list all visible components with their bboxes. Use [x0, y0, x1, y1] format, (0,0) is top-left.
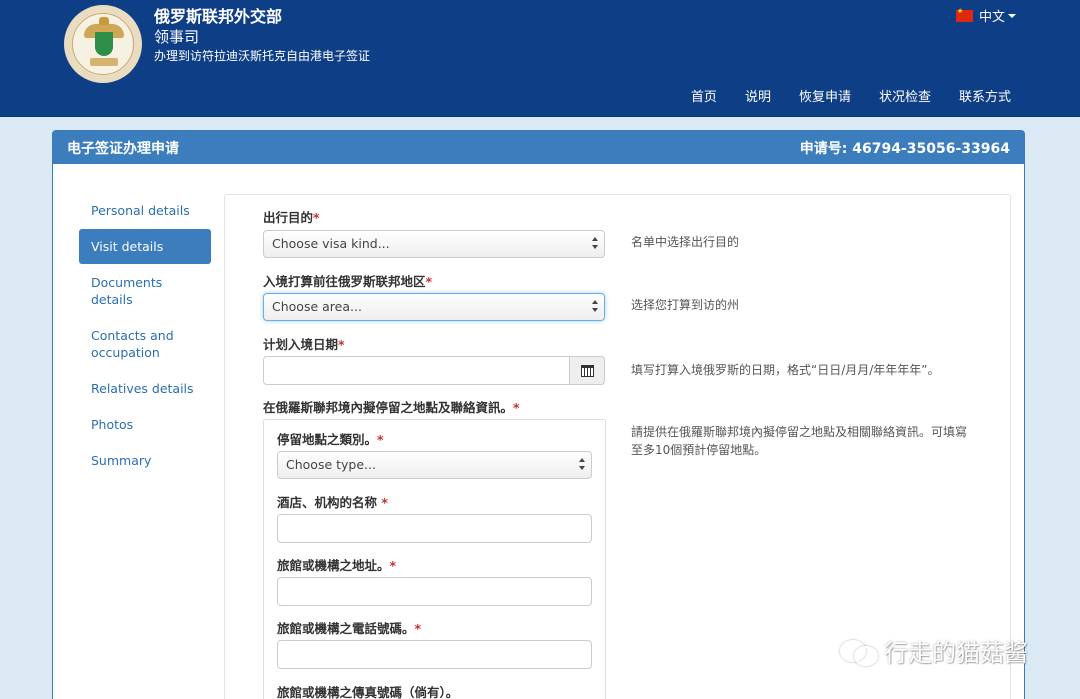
caret-down-icon — [1008, 13, 1017, 18]
application-number: 申请号: 46794-35056-33964 — [799, 140, 1010, 157]
sidebar-item-visit-details[interactable]: Visit details — [79, 229, 211, 264]
required-marker: * — [377, 432, 384, 447]
required-marker: * — [414, 621, 422, 636]
nav-restore-application[interactable]: 恢复申请 — [799, 88, 851, 108]
calendar-icon — [581, 365, 594, 377]
stay-type-value: Choose type... — [286, 457, 376, 472]
stay-label: 在俄羅斯聯邦境內擬停留之地點及聯絡資訊。* — [263, 400, 520, 415]
nav-status-check[interactable]: 状况检查 — [879, 88, 931, 108]
nav-home[interactable]: 首页 — [691, 88, 717, 108]
ministry-emblem-icon[interactable] — [64, 5, 142, 83]
hotel-phone-label: 旅館或機構之電話號碼。* — [277, 621, 422, 636]
emblem-base — [90, 58, 118, 66]
china-flag-icon — [956, 7, 973, 22]
hotel-address-label: 旅館或機構之地址。* — [277, 558, 397, 573]
department-name: 领事司 — [154, 28, 200, 46]
nav-contacts[interactable]: 联系方式 — [959, 88, 1011, 108]
area-select[interactable]: Choose area... — [263, 293, 605, 321]
hotel-phone-input[interactable] — [277, 640, 592, 669]
panel-title: 电子签证办理申请 — [67, 140, 179, 157]
sidebar-item-relatives-details[interactable]: Relatives details — [79, 371, 211, 406]
top-navigation: 首页 说明 恢复申请 状况检查 联系方式 — [663, 88, 1011, 108]
required-marker: * — [338, 337, 345, 352]
required-marker: * — [425, 274, 433, 289]
required-marker: * — [389, 558, 397, 573]
hotel-fax-label: 旅館或機構之傳真號碼（倘有）。 — [277, 685, 459, 699]
entry-date-input[interactable] — [263, 356, 570, 385]
required-marker: * — [381, 495, 388, 510]
sidebar-item-summary[interactable]: Summary — [79, 443, 211, 478]
visa-kind-value: Choose visa kind... — [272, 236, 390, 251]
hotel-name-label: 酒店、机构的名称 * — [277, 495, 388, 510]
select-arrows-icon — [592, 300, 598, 314]
hotel-address-input[interactable] — [277, 577, 592, 606]
select-arrows-icon — [579, 458, 585, 472]
emblem-shield — [95, 32, 113, 56]
area-value: Choose area... — [272, 299, 362, 314]
stay-location-box: 停留地點之類別。* Choose type... 酒店、机构的名称 * 旅館或機… — [263, 419, 606, 699]
stay-type-select[interactable]: Choose type... — [277, 451, 592, 479]
steps-sidebar: Personal details Visit details Documents… — [79, 193, 211, 479]
ministry-name: 俄罗斯联邦外交部 — [154, 7, 283, 26]
site-subtitle: 办理到访符拉迪沃斯托克自由港电子签证 — [154, 49, 371, 63]
select-arrows-icon — [592, 237, 598, 251]
language-selector[interactable]: 中文 — [956, 6, 1017, 25]
visit-details-form: 出行目的* Choose visa kind... 名单中选择出行目的 入境打算… — [224, 194, 1011, 699]
entry-date-hint: 填写打算入境俄罗斯的日期，格式“日日/月月/年年年年”。 — [631, 363, 940, 377]
watermark-text: 行走的猫菇酱 — [884, 639, 1028, 667]
purpose-label: 出行目的* — [263, 210, 320, 225]
sidebar-item-contacts-occupation[interactable]: Contacts and occupation — [79, 318, 211, 370]
sidebar-item-documents-details[interactable]: Documents details — [79, 265, 211, 317]
area-hint: 选择您打算到访的州 — [631, 298, 740, 312]
stay-type-label: 停留地點之類別。* — [277, 432, 384, 447]
nav-instructions[interactable]: 说明 — [745, 88, 771, 108]
emblem-inner — [72, 13, 134, 75]
required-marker: * — [513, 400, 520, 415]
panel-header: 电子签证办理申请 申请号: 46794-35056-33964 — [53, 131, 1024, 164]
wechat-icon — [838, 638, 878, 666]
visa-kind-select[interactable]: Choose visa kind... — [263, 230, 605, 258]
sidebar-item-personal-details[interactable]: Personal details — [79, 193, 211, 228]
sidebar-item-photos[interactable]: Photos — [79, 407, 211, 442]
required-marker: * — [313, 210, 320, 225]
purpose-hint: 名单中选择出行目的 — [631, 235, 740, 249]
application-panel: 电子签证办理申请 申请号: 46794-35056-33964 Personal… — [52, 130, 1025, 699]
stay-hint: 請提供在俄羅斯聯邦境內擬停留之地點及相關聯絡資訊。可填寫至多10個預計停留地點。 — [631, 425, 968, 457]
entry-date-label: 计划入境日期* — [263, 337, 345, 352]
watermark: 行走的猫菇酱 — [838, 633, 1028, 668]
calendar-button[interactable] — [569, 356, 605, 385]
hotel-name-input[interactable] — [277, 514, 592, 543]
language-label: 中文 — [979, 10, 1006, 25]
area-label: 入境打算前往俄罗斯联邦地区* — [263, 274, 433, 289]
site-header: 俄罗斯联邦外交部 领事司 办理到访符拉迪沃斯托克自由港电子签证 中文 首页 说明… — [0, 0, 1080, 117]
